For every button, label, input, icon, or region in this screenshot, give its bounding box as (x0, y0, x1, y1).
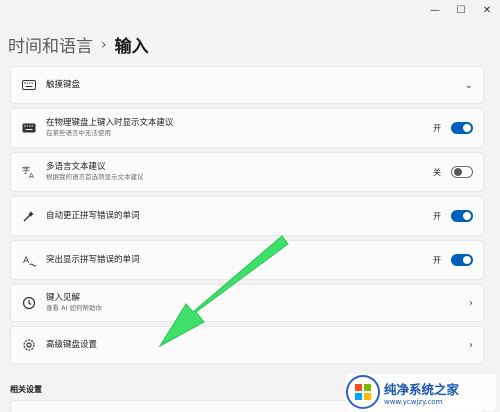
toggle-state-label: 关 (433, 167, 441, 177)
highlight-toggle[interactable] (451, 254, 473, 266)
setting-card-multilang: 字A 多语言文本建议 根据我的语言首选项显示文本建议 关 (10, 152, 484, 192)
settings-window: — ☐ ✕ 时间和语言 › 输入 触摸键盘 ⌄ 在物理键盘上键入时显示文本建议 … (0, 0, 500, 412)
breadcrumb-separator: › (101, 36, 107, 53)
svg-text:A: A (23, 256, 30, 266)
highlight-icon: A (21, 252, 37, 268)
close-button[interactable]: ✕ (474, 0, 500, 20)
history-icon (21, 295, 37, 311)
setting-subtitle: 查看 AI 如何帮助你 (46, 304, 102, 312)
setting-card-highlight: A 突出显示拼写错误的单词 开 (10, 240, 484, 280)
setting-card-insights[interactable]: 键入见解 查看 AI 如何帮助你 › (10, 284, 484, 322)
chevron-right-icon[interactable]: › (469, 298, 473, 309)
setting-title: 突出显示拼写错误的单词 (46, 254, 140, 265)
setting-subtitle: 根据我的语言首选项显示文本建议 (46, 173, 144, 181)
multilang-toggle[interactable] (451, 166, 473, 178)
setting-card-physical-suggest: 在物理键盘上键入时显示文本建议 在某些语言中无法使用 开 (10, 108, 484, 148)
breadcrumb: 时间和语言 › 输入 (8, 32, 149, 58)
language-icon: 字A (21, 164, 37, 180)
related-settings-heading: 相关设置 (10, 385, 42, 394)
breadcrumb-parent[interactable]: 时间和语言 (8, 32, 93, 57)
maximize-button[interactable]: ☐ (448, 0, 474, 20)
setting-title: 多语言文本建议 (46, 162, 106, 172)
watermark-url: www.ycwjzy.com (384, 397, 443, 406)
physical-suggest-toggle[interactable] (451, 122, 473, 134)
watermark-title: 纯净系统之家 (384, 381, 460, 397)
setting-card-autocorrect: 自动更正拼写错误的单词 开 (10, 196, 484, 236)
toggle-state-label: 开 (433, 255, 441, 265)
setting-title: 触摸键盘 (46, 79, 81, 90)
setting-title: 自动更正拼写错误的单词 (46, 210, 140, 221)
setting-card-touch-keyboard[interactable]: 触摸键盘 ⌄ (10, 66, 484, 104)
spell-icon (21, 208, 37, 224)
setting-title: 键入见解 (46, 293, 81, 303)
setting-card-advanced-keyboard[interactable]: 高级键盘设置 › (10, 326, 484, 364)
keyboard-icon (21, 120, 37, 136)
setting-title: 在物理键盘上键入时显示文本建议 (46, 118, 174, 128)
page-title: 输入 (114, 37, 149, 57)
toggle-state-label: 开 (433, 123, 441, 133)
setting-subtitle: 在某些语言中无法使用 (46, 129, 111, 137)
window-controls: — ☐ ✕ (422, 0, 500, 20)
toggle-state-label: 开 (433, 211, 441, 221)
svg-text:A: A (29, 172, 34, 179)
chevron-down-icon[interactable]: ⌄ (465, 80, 473, 91)
chevron-right-icon[interactable]: › (469, 340, 473, 351)
minimize-button[interactable]: — (422, 0, 448, 20)
setting-title: 高级键盘设置 (46, 339, 98, 350)
watermark-logo: 纯净系统之家 www.ycwjzy.com (346, 374, 496, 410)
keyboard-icon (21, 77, 37, 93)
autocorrect-toggle[interactable] (451, 210, 473, 222)
gear-icon (21, 337, 37, 353)
windows-logo-icon (346, 375, 380, 409)
